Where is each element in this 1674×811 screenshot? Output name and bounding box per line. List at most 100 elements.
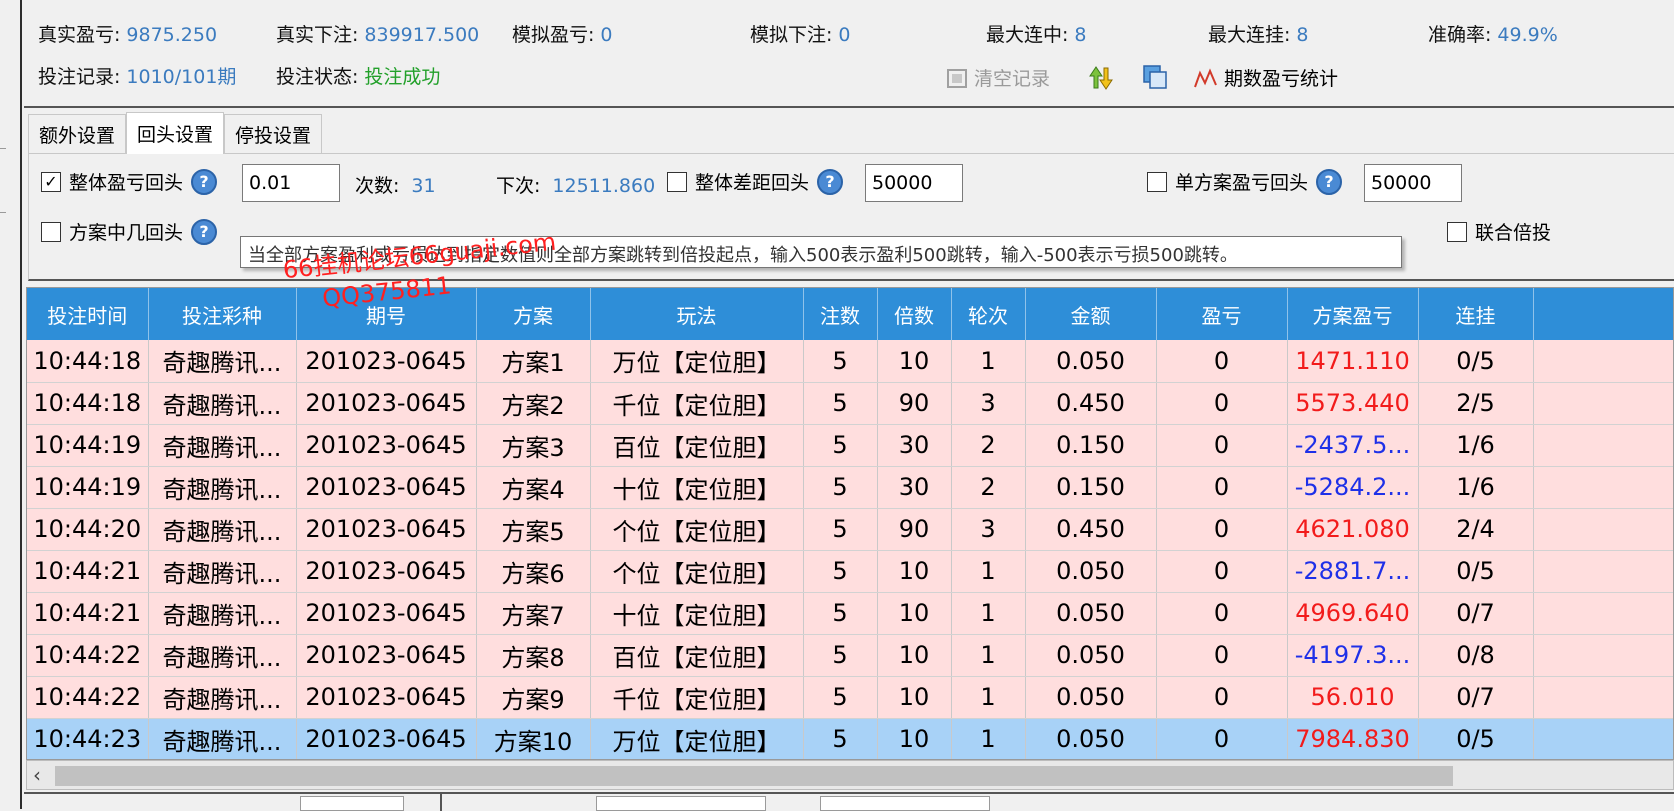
next-label: 下次: xyxy=(496,175,541,197)
stat-value: 9875.250 xyxy=(126,24,218,46)
table-cell: 10 xyxy=(877,340,952,383)
count-label: 次数: xyxy=(355,175,400,197)
table-cell: -4197.3... xyxy=(1287,634,1419,677)
table-row[interactable]: 10:44:18 奇趣腾讯... 201023-0645 方案1 万位【定位胆】 5 10 1… xyxy=(27,340,1673,383)
column-header[interactable]: 盈亏 xyxy=(1156,288,1288,340)
divider xyxy=(0,212,6,213)
divider xyxy=(0,148,6,149)
clear-records-button[interactable]: 清空记录 xyxy=(946,64,1050,91)
stat-label: 最大连中: xyxy=(986,24,1069,46)
table-cell: 奇趣腾讯... xyxy=(148,508,297,551)
tab-stop-settings[interactable]: 停投设置 xyxy=(224,114,323,154)
bet-records-grid[interactable]: 投注时间 投注彩种 期号 方案 玩法 注数 倍数 轮次 金额 盈亏 方案盈亏 连… xyxy=(26,287,1674,760)
table-cell: 1 xyxy=(951,676,1026,719)
tab-extra-settings[interactable]: 额外设置 xyxy=(28,114,127,154)
period-pl-stats-button[interactable]: 期数盈亏统计 xyxy=(1194,64,1338,91)
column-header[interactable]: 金额 xyxy=(1025,288,1157,340)
help-icon[interactable]: ? xyxy=(191,218,218,245)
table-cell: 1471.110 xyxy=(1287,340,1419,383)
overall-pl-input[interactable] xyxy=(242,164,340,202)
scroll-left-icon[interactable]: ‹ xyxy=(33,763,41,787)
column-header[interactable]: 倍数 xyxy=(877,288,952,340)
table-cell: 0 xyxy=(1156,718,1288,759)
column-header[interactable]: 投注时间 xyxy=(27,288,149,340)
table-row[interactable]: 10:44:19 奇趣腾讯... 201023-0645 方案4 十位【定位胆】 5 30 2… xyxy=(27,466,1673,509)
table-row[interactable]: 10:44:23 奇趣腾讯... 201023-0645 方案10 万位【定位胆】 5 10… xyxy=(27,718,1673,759)
checkbox-unchecked[interactable] xyxy=(667,171,687,192)
table-cell: 0 xyxy=(1156,676,1288,719)
help-icon[interactable]: ? xyxy=(1316,168,1343,195)
plan-hit-return-checkbox[interactable]: 方案中几回头 ? xyxy=(41,218,218,245)
table-cell: 10 xyxy=(877,718,952,759)
checkbox-unchecked[interactable] xyxy=(41,221,61,242)
table-cell-empty xyxy=(1533,676,1673,719)
count-value: 31 xyxy=(411,175,436,197)
table-row[interactable]: 10:44:21 奇趣腾讯... 201023-0645 方案7 十位【定位胆】 5 10 1… xyxy=(27,592,1673,635)
column-header[interactable]: 期号 xyxy=(296,288,477,340)
table-cell: 3 xyxy=(951,508,1026,551)
table-row[interactable]: 10:44:19 奇趣腾讯... 201023-0645 方案3 百位【定位胆】 5 30 2… xyxy=(27,424,1673,467)
single-plan-return-checkbox[interactable]: 单方案盈亏回头 ? xyxy=(1147,168,1343,195)
table-cell: 10:44:20 xyxy=(27,508,149,551)
table-cell: 奇趣腾讯... xyxy=(148,634,297,677)
horizontal-scrollbar[interactable]: ‹ xyxy=(26,760,1674,790)
overall-gap-input[interactable] xyxy=(865,164,963,202)
stats-panel: 真实盈亏: 9875.250 真实下注: 839917.500 模拟盈亏: 0 模拟下… xyxy=(24,0,1674,108)
table-row[interactable]: 10:44:18 奇趣腾讯... 201023-0645 方案2 千位【定位胆】 5 90 3… xyxy=(27,382,1673,425)
checkbox-unchecked[interactable] xyxy=(1447,221,1467,242)
column-header[interactable]: 玩法 xyxy=(590,288,804,340)
scrollbar-thumb[interactable] xyxy=(55,766,1453,786)
table-cell: 方案3 xyxy=(476,424,591,467)
table-row[interactable]: 10:44:20 奇趣腾讯... 201023-0645 方案5 个位【定位胆】 5 90 3… xyxy=(27,508,1673,551)
line-chart-icon xyxy=(1194,67,1217,87)
table-cell-empty xyxy=(1533,382,1673,425)
sort-button[interactable] xyxy=(1086,64,1114,92)
left-panel-edge xyxy=(0,0,22,809)
help-icon[interactable]: ? xyxy=(817,168,844,195)
table-cell: 方案8 xyxy=(476,634,591,677)
settings-tabs: 额外设置 回头设置 停投设置 xyxy=(28,112,323,154)
overall-pl-return-checkbox[interactable]: ✓ 整体盈亏回头 ? xyxy=(41,168,218,195)
table-cell: 方案6 xyxy=(476,550,591,593)
table-cell: 5573.440 xyxy=(1287,382,1419,425)
table-cell: 5 xyxy=(803,466,878,509)
stat-sim-bet: 模拟下注: 0 xyxy=(750,20,851,47)
column-header[interactable]: 方案 xyxy=(476,288,591,340)
table-cell: 201023-0645 xyxy=(296,550,477,593)
column-header[interactable]: 投注彩种 xyxy=(148,288,297,340)
overall-gap-return-checkbox[interactable]: 整体差距回头 ? xyxy=(667,168,844,195)
table-cell: 0.450 xyxy=(1025,382,1157,425)
table-cell: 0 xyxy=(1156,424,1288,467)
table-row[interactable]: 10:44:21 奇趣腾讯... 201023-0645 方案6 个位【定位胆】 5 10 1… xyxy=(27,550,1673,593)
table-cell-empty xyxy=(1533,340,1673,383)
stat-value: 0 xyxy=(838,24,851,46)
table-cell-empty xyxy=(1533,466,1673,509)
table-cell: 0.050 xyxy=(1025,676,1157,719)
table-cell: 奇趣腾讯... xyxy=(148,424,297,467)
table-cell: 0.450 xyxy=(1025,508,1157,551)
column-header[interactable]: 方案盈亏 xyxy=(1287,288,1419,340)
single-plan-input[interactable] xyxy=(1364,164,1462,202)
table-cell: 0 xyxy=(1156,592,1288,635)
table-cell: 3 xyxy=(951,382,1026,425)
table-cell: 0.050 xyxy=(1025,592,1157,635)
column-header[interactable] xyxy=(1533,288,1673,340)
column-header[interactable]: 连挂 xyxy=(1418,288,1534,340)
table-cell: 0/8 xyxy=(1418,634,1534,677)
table-cell: 90 xyxy=(877,508,952,551)
joint-multiplier-checkbox[interactable]: 联合倍投 xyxy=(1447,218,1551,245)
table-cell: 奇趣腾讯... xyxy=(148,340,297,383)
table-row[interactable]: 10:44:22 奇趣腾讯... 201023-0645 方案8 百位【定位胆】 5 10 1… xyxy=(27,634,1673,677)
tab-return-settings[interactable]: 回头设置 xyxy=(126,112,225,154)
table-cell: 10:44:18 xyxy=(27,382,149,425)
column-header[interactable]: 注数 xyxy=(803,288,878,340)
table-row[interactable]: 10:44:22 奇趣腾讯... 201023-0645 方案9 千位【定位胆】 5 10 1… xyxy=(27,676,1673,719)
help-icon[interactable]: ? xyxy=(191,168,218,195)
clear-records-label: 清空记录 xyxy=(974,68,1051,90)
table-cell: 10 xyxy=(877,676,952,719)
column-header[interactable]: 轮次 xyxy=(951,288,1026,340)
table-cell: 方案5 xyxy=(476,508,591,551)
checkbox-checked[interactable]: ✓ xyxy=(41,171,61,192)
checkbox-unchecked[interactable] xyxy=(1147,171,1167,192)
window-toggle-button[interactable] xyxy=(1142,64,1168,90)
